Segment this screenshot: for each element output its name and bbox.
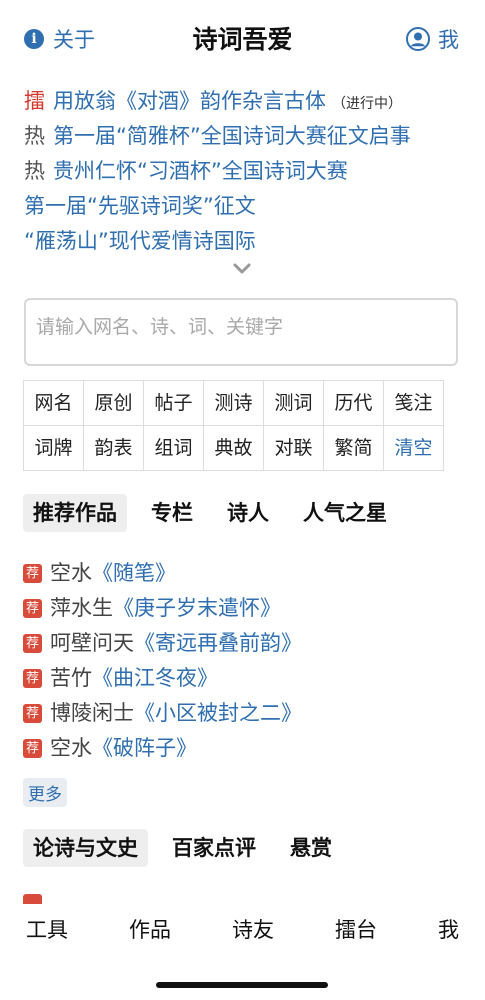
nav-friends[interactable]: 诗友 (232, 904, 274, 956)
work-link[interactable]: 《随笔》 (92, 556, 176, 591)
author-link[interactable]: 萍水生 (50, 591, 113, 626)
articles-tabs: 论诗与文史 百家点评 悬赏 (23, 829, 356, 867)
me-label: 我 (438, 28, 459, 52)
author-link[interactable]: 空水 (50, 556, 92, 591)
works-tabs: 推荐作品 专栏 诗人 人气之星 (23, 494, 411, 532)
author-link[interactable]: 苦竹 (50, 661, 92, 696)
news-item[interactable]: “雁荡山”现代爱情诗国际 (24, 224, 464, 259)
me-button[interactable]: 我 (406, 24, 459, 54)
grid-button[interactable]: 对联 (264, 426, 324, 471)
nav-arena[interactable]: 擂台 (335, 904, 377, 956)
recommend-badge-icon: 荐 (23, 634, 42, 653)
news-tag: 热 (24, 124, 45, 148)
work-link[interactable]: 《寄远再叠前韵》 (134, 626, 302, 661)
news-item[interactable]: 热第一届“简雅杯”全国诗词大赛征文启事 (24, 119, 464, 154)
news-link[interactable]: 第一届“简雅杯”全国诗词大赛征文启事 (53, 124, 411, 148)
recommend-badge-icon (23, 894, 42, 904)
grid-button[interactable]: 组词 (144, 426, 204, 471)
recommend-badge-icon: 荐 (23, 739, 42, 758)
grid-button[interactable]: 测词 (264, 381, 324, 426)
partially-visible-row (23, 894, 463, 904)
grid-button[interactable]: 测诗 (204, 381, 264, 426)
list-item[interactable]: 荐 空水 《随笔》 (23, 556, 463, 591)
list-item[interactable]: 荐 空水 《破阵子》 (23, 731, 463, 766)
recommend-badge-icon: 荐 (23, 669, 42, 688)
app-header: i 关于 诗词吾爱 我 (0, 0, 485, 78)
list-item[interactable]: 荐 苦竹 《曲江冬夜》 (23, 661, 463, 696)
grid-button[interactable]: 繁简 (324, 426, 384, 471)
recommend-badge-icon: 荐 (23, 564, 42, 583)
list-item[interactable]: 荐 萍水生 《庚子岁末遣怀》 (23, 591, 463, 626)
tab-poets[interactable]: 诗人 (217, 494, 279, 532)
tab-popular-stars[interactable]: 人气之星 (293, 494, 397, 532)
list-item[interactable]: 荐 呵壁问天 《寄远再叠前韵》 (23, 626, 463, 661)
tab-columns[interactable]: 专栏 (141, 494, 203, 532)
grid-button[interactable]: 网名 (24, 381, 84, 426)
user-icon (406, 27, 430, 51)
grid-button[interactable]: 帖子 (144, 381, 204, 426)
bottom-nav: 工具 作品 诗友 擂台 我 (0, 904, 485, 956)
more-button[interactable]: 更多 (23, 778, 67, 807)
news-item[interactable]: 第一届“先驱诗词奖”征文 (24, 189, 464, 224)
grid-button[interactable]: 典故 (204, 426, 264, 471)
grid-button[interactable]: 笺注 (384, 381, 444, 426)
tab-recommended[interactable]: 推荐作品 (23, 494, 127, 532)
work-link[interactable]: 《庚子岁末遣怀》 (113, 591, 281, 626)
list-item[interactable]: 荐 博陵闲士 《小区被封之二》 (23, 696, 463, 731)
news-link[interactable]: 贵州仁怀“习酒杯”全国诗词大赛 (53, 159, 348, 183)
tab-poetry-history[interactable]: 论诗与文史 (23, 829, 148, 867)
chevron-down-icon[interactable] (232, 262, 252, 276)
news-link[interactable]: 用放翁《对酒》韵作杂言古体 (53, 89, 326, 113)
nav-me[interactable]: 我 (438, 904, 459, 956)
recommend-badge-icon: 荐 (23, 704, 42, 723)
work-link[interactable]: 《破阵子》 (92, 731, 197, 766)
work-link[interactable]: 《小区被封之二》 (134, 696, 302, 731)
work-link[interactable]: 《曲江冬夜》 (92, 661, 218, 696)
grid-button[interactable]: 历代 (324, 381, 384, 426)
tab-reviews[interactable]: 百家点评 (162, 829, 266, 867)
news-item[interactable]: 擂用放翁《对酒》韵作杂言古体 （进行中） (24, 84, 464, 119)
author-link[interactable]: 呵壁问天 (50, 626, 134, 661)
author-link[interactable]: 空水 (50, 731, 92, 766)
recommended-list: 荐 空水 《随笔》 荐 萍水生 《庚子岁末遣怀》 荐 呵壁问天 《寄远再叠前韵》 荐 … (23, 556, 463, 766)
news-note: （进行中） (332, 96, 402, 112)
grid-button[interactable]: 词牌 (24, 426, 84, 471)
tab-bounty[interactable]: 悬赏 (280, 829, 342, 867)
news-list: 擂用放翁《对酒》韵作杂言古体 （进行中） 热第一届“简雅杯”全国诗词大赛征文启事 … (24, 84, 464, 259)
news-link[interactable]: 第一届“先驱诗词奖”征文 (24, 194, 256, 218)
news-tag: 擂 (24, 89, 45, 113)
author-link[interactable]: 博陵闲士 (50, 696, 134, 731)
nav-works[interactable]: 作品 (129, 904, 171, 956)
news-item[interactable]: 热贵州仁怀“习酒杯”全国诗词大赛 (24, 154, 464, 189)
news-link[interactable]: “雁荡山”现代爱情诗国际 (24, 229, 256, 253)
news-tag: 热 (24, 159, 45, 183)
recommend-badge-icon: 荐 (23, 599, 42, 618)
home-indicator[interactable] (156, 982, 328, 988)
search-input[interactable]: 请输入网名、诗、词、关键字 (24, 298, 458, 366)
clear-button[interactable]: 清空 (384, 426, 444, 471)
nav-tools[interactable]: 工具 (26, 904, 68, 956)
grid-button[interactable]: 韵表 (84, 426, 144, 471)
tool-grid: 网名 原创 帖子 测诗 测词 历代 笺注 词牌 韵表 组词 典故 对联 繁简 清… (23, 380, 444, 471)
grid-button[interactable]: 原创 (84, 381, 144, 426)
